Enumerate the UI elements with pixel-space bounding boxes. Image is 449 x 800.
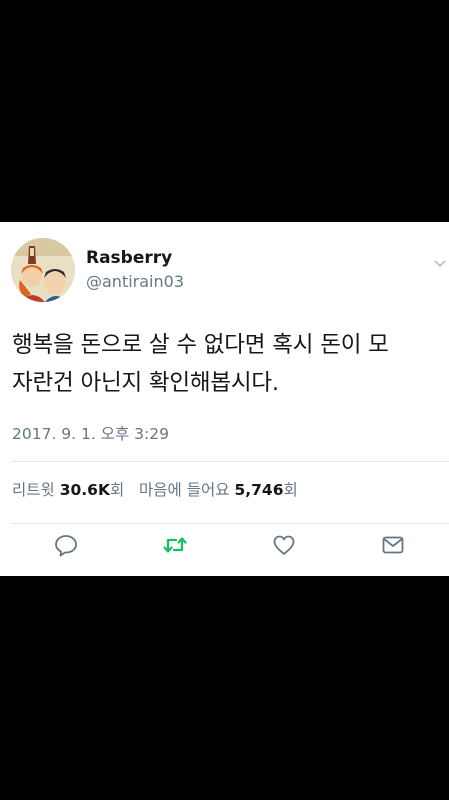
divider xyxy=(12,461,449,462)
tweet-text: 행복을 돈으로 살 수 없다면 혹시 돈이 모 자란건 아닌지 확인해봅시다. xyxy=(12,326,448,402)
retweet-label: 리트윗 xyxy=(12,481,55,499)
tweet-text-line-2: 자란건 아닌지 확인해봅시다. xyxy=(12,370,279,396)
retweet-unit: 회 xyxy=(109,481,125,499)
user-display-name[interactable]: Rasberry xyxy=(86,248,172,268)
like-unit: 회 xyxy=(283,481,298,499)
like-icon[interactable] xyxy=(270,531,298,559)
divider xyxy=(12,523,449,524)
tweet-card: Rasberry @antirain03 행복을 돈으로 살 수 없다면 혹시 … xyxy=(0,222,449,576)
message-icon[interactable] xyxy=(379,531,407,559)
user-avatar[interactable] xyxy=(11,238,75,302)
retweet-count[interactable]: 30.6K xyxy=(60,481,110,499)
user-handle[interactable]: @antirain03 xyxy=(86,272,184,291)
tweet-text-line-1: 행복을 돈으로 살 수 없다면 혹시 돈이 모 xyxy=(12,332,389,358)
reply-icon[interactable] xyxy=(52,531,80,559)
like-count[interactable]: 5,746 xyxy=(234,481,283,499)
tweet-timestamp[interactable]: 2017. 9. 1. 오후 3:29 xyxy=(12,422,169,444)
retweet-icon[interactable] xyxy=(161,531,189,559)
chevron-down-icon[interactable] xyxy=(433,253,447,268)
tweet-stats: 리트윗 30.6K회 마음에 들어요 5,746회 xyxy=(12,478,298,500)
like-label: 마음에 들어요 xyxy=(139,481,230,499)
